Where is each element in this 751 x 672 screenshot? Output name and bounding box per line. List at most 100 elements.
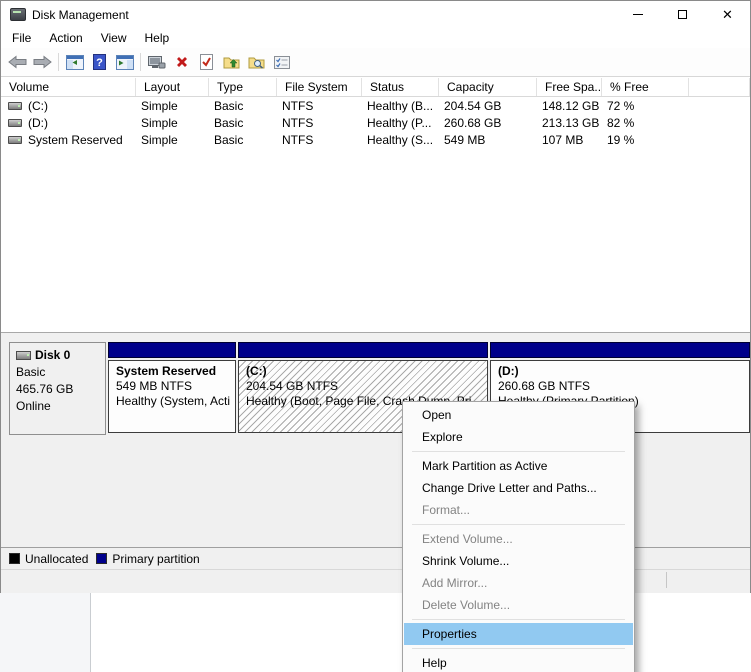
- back-button[interactable]: [5, 50, 30, 74]
- title-bar: Disk Management ✕: [1, 1, 750, 28]
- column-header-pct-free[interactable]: % Free: [602, 78, 689, 96]
- delete-icon: [175, 55, 189, 69]
- table-row-c[interactable]: (C:) Simple Basic NTFS Healthy (B... 204…: [1, 97, 750, 114]
- partition-name: (C:): [246, 364, 487, 378]
- status-bar: [1, 569, 750, 593]
- device-view-icon: [147, 55, 166, 70]
- primary-partition-band: [490, 342, 750, 358]
- toolbar-separator: [58, 53, 59, 71]
- menu-action[interactable]: Action: [40, 29, 91, 47]
- explore-folder-button[interactable]: [244, 50, 269, 74]
- column-header-status[interactable]: Status: [362, 78, 439, 96]
- explore-folder-icon: [248, 55, 265, 69]
- column-header-file-system[interactable]: File System: [277, 78, 362, 96]
- disk-size: 465.76 GB: [16, 382, 105, 396]
- close-button[interactable]: ✕: [705, 1, 750, 28]
- volume-pct-free: 19 %: [602, 133, 689, 147]
- open-folder-icon: [223, 55, 240, 69]
- menu-separator: [412, 451, 625, 452]
- menu-item-format: Format...: [404, 499, 633, 521]
- volume-type: Basic: [209, 116, 277, 130]
- legend-bar: Unallocated Primary partition: [1, 547, 750, 569]
- menu-separator: [412, 524, 625, 525]
- volume-free: 107 MB: [537, 133, 602, 147]
- menu-help[interactable]: Help: [136, 29, 179, 47]
- volume-layout: Simple: [136, 133, 209, 147]
- show-console-tree-icon: [66, 55, 84, 70]
- menu-file[interactable]: File: [3, 29, 40, 47]
- primary-partition-band: [108, 342, 236, 358]
- volume-type: Basic: [209, 99, 277, 113]
- partition-context-menu: Open Explore Mark Partition as Active Ch…: [402, 401, 635, 672]
- volume-list-pane: Volume Layout Type File System Status Ca…: [1, 78, 750, 332]
- partition-size: 260.68 GB NTFS: [498, 379, 749, 393]
- column-header-type[interactable]: Type: [209, 78, 277, 96]
- volume-layout: Simple: [136, 116, 209, 130]
- delete-button[interactable]: [169, 50, 194, 74]
- svg-text:?: ?: [96, 57, 103, 69]
- unallocated-swatch-icon: [9, 553, 20, 564]
- partition-system-reserved[interactable]: System Reserved 549 MB NTFS Healthy (Sys…: [108, 342, 236, 435]
- menu-view[interactable]: View: [92, 29, 136, 47]
- column-header-volume[interactable]: Volume: [1, 78, 136, 96]
- volume-fs: NTFS: [277, 133, 362, 147]
- maximize-icon: [678, 10, 687, 19]
- legend-unallocated: Unallocated: [9, 552, 88, 566]
- device-view-button[interactable]: [144, 50, 169, 74]
- column-header-capacity[interactable]: Capacity: [439, 78, 537, 96]
- volume-list-header: Volume Layout Type File System Status Ca…: [1, 78, 750, 97]
- status-bar-divider: [666, 572, 667, 588]
- menu-item-extend-volume: Extend Volume...: [404, 528, 633, 550]
- volume-status: Healthy (S...: [362, 133, 439, 147]
- volume-pct-free: 82 %: [602, 116, 689, 130]
- show-console-tree-button[interactable]: [62, 50, 87, 74]
- check-document-button[interactable]: [194, 50, 219, 74]
- open-folder-button[interactable]: [219, 50, 244, 74]
- volume-name: (D:): [28, 116, 48, 130]
- forward-button[interactable]: [30, 50, 55, 74]
- column-header-free-space[interactable]: Free Spa...: [537, 78, 602, 96]
- disk0-card[interactable]: Disk 0 Basic 465.76 GB Online: [9, 342, 106, 435]
- volume-name: (C:): [28, 99, 48, 113]
- partition-name: (D:): [498, 364, 749, 378]
- column-header-layout[interactable]: Layout: [136, 78, 209, 96]
- show-action-pane-button[interactable]: [112, 50, 137, 74]
- menu-item-mark-partition-active[interactable]: Mark Partition as Active: [404, 455, 633, 477]
- menu-item-help[interactable]: Help: [404, 652, 633, 672]
- task-list-icon: [274, 56, 290, 69]
- volume-fs: NTFS: [277, 116, 362, 130]
- close-icon: ✕: [722, 8, 733, 21]
- table-row-system-reserved[interactable]: System Reserved Simple Basic NTFS Health…: [1, 131, 750, 148]
- menu-item-open[interactable]: Open: [404, 404, 633, 426]
- toolbar: ?: [1, 48, 750, 77]
- menu-item-add-mirror: Add Mirror...: [404, 572, 633, 594]
- disk-management-app-icon[interactable]: [10, 8, 26, 21]
- forward-icon: [33, 55, 52, 69]
- disk-type: Basic: [16, 365, 105, 379]
- disk-status: Online: [16, 399, 105, 413]
- legend-label: Unallocated: [25, 552, 88, 566]
- volume-icon: [8, 102, 22, 110]
- disk-icon: [16, 351, 31, 360]
- volume-type: Basic: [209, 133, 277, 147]
- menu-item-explore[interactable]: Explore: [404, 426, 633, 448]
- minimize-button[interactable]: [615, 1, 660, 28]
- volume-free: 213.13 GB: [537, 116, 602, 130]
- graphical-view-pane: Disk 0 Basic 465.76 GB Online System Res…: [1, 332, 750, 592]
- help-button[interactable]: ?: [87, 50, 112, 74]
- menu-item-properties[interactable]: Properties: [404, 623, 633, 645]
- caption-buttons: ✕: [615, 1, 750, 28]
- volume-layout: Simple: [136, 99, 209, 113]
- window-title: Disk Management: [32, 8, 129, 22]
- maximize-button[interactable]: [660, 1, 705, 28]
- partition-name: System Reserved: [116, 364, 235, 378]
- table-row-d[interactable]: (D:) Simple Basic NTFS Healthy (P... 260…: [1, 114, 750, 131]
- menu-item-shrink-volume[interactable]: Shrink Volume...: [404, 550, 633, 572]
- volume-capacity: 204.54 GB: [439, 99, 537, 113]
- desktop-background: [0, 593, 751, 672]
- partition-size: 204.54 GB NTFS: [246, 379, 487, 393]
- menu-item-change-drive-letter[interactable]: Change Drive Letter and Paths...: [404, 477, 633, 499]
- legend-primary-partition: Primary partition: [96, 552, 199, 566]
- task-list-button[interactable]: [269, 50, 294, 74]
- disk-management-window: Disk Management ✕ File Action View Help: [0, 0, 751, 593]
